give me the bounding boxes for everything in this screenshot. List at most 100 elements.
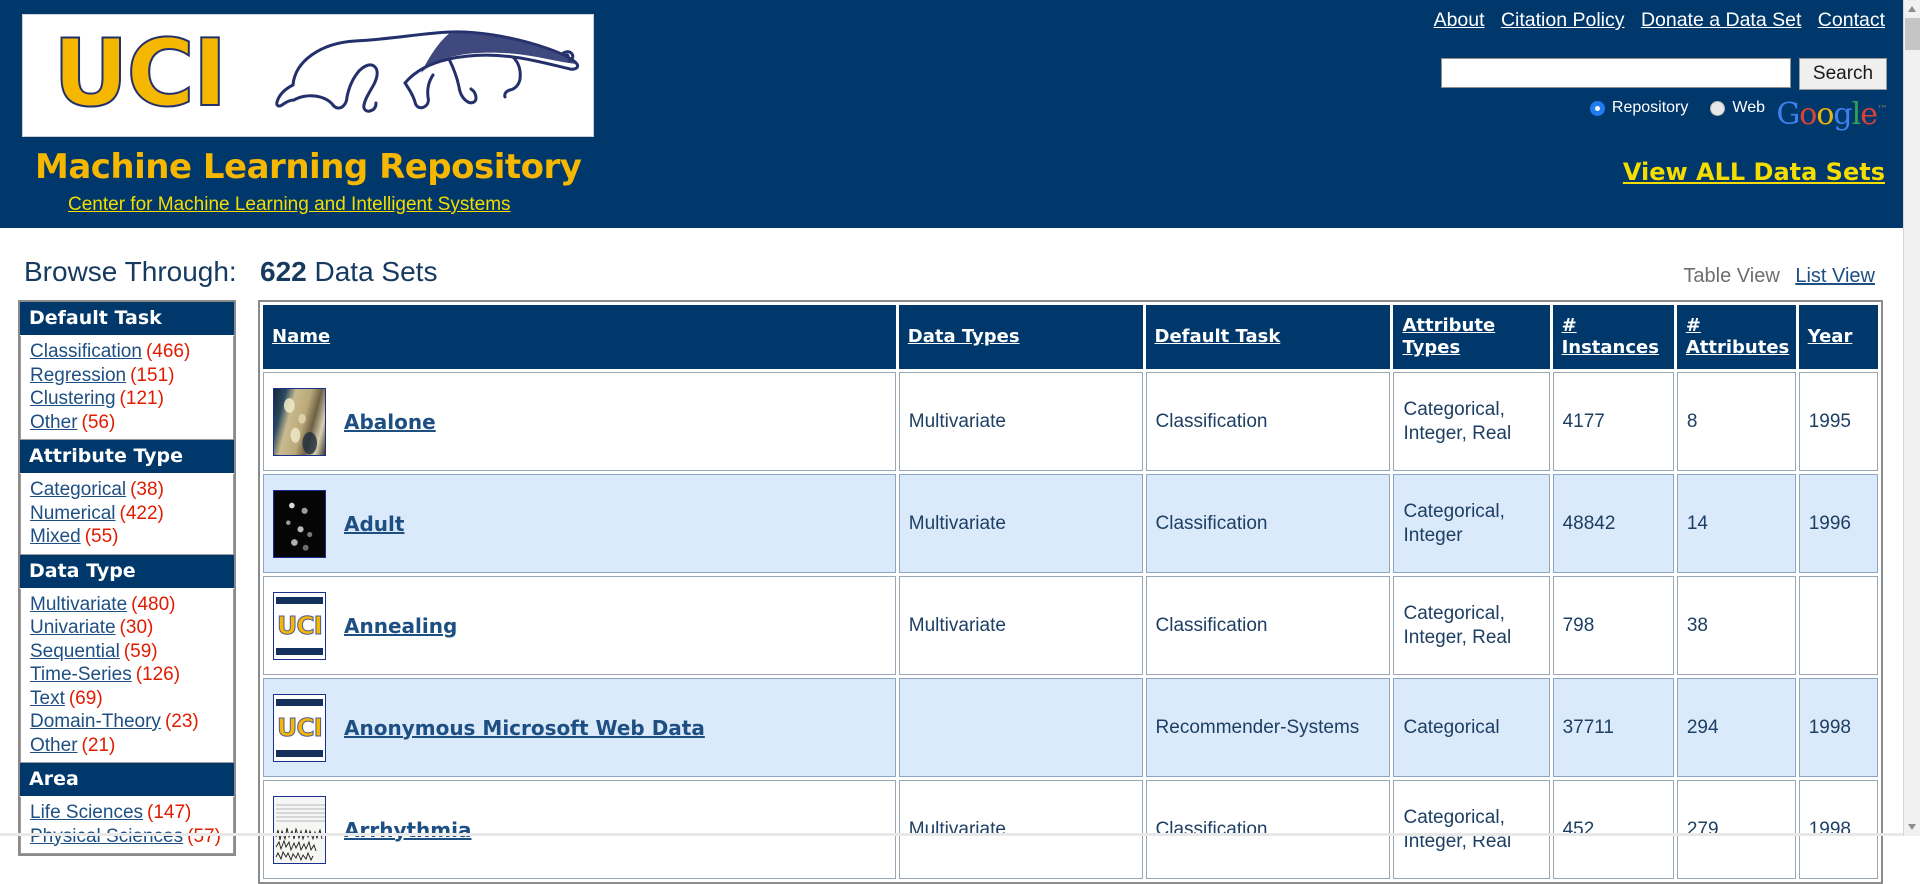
facet-item-other-task[interactable]: Other (56) — [30, 411, 233, 435]
facet-item-numerical[interactable]: Numerical (422) — [30, 502, 233, 526]
nav-about[interactable]: About — [1434, 9, 1485, 31]
facet-item-mixed[interactable]: Mixed (55) — [30, 525, 233, 549]
facet-link-classification[interactable]: Classification — [30, 341, 142, 362]
view-switch: Table View List View — [1683, 264, 1875, 288]
cell-default-task: Classification — [1145, 372, 1391, 471]
radio-repository[interactable] — [1589, 100, 1605, 116]
data-set-count-suffix: Data Sets — [314, 256, 438, 287]
facet-link-other-task[interactable]: Other — [30, 412, 78, 433]
facet-count-other-task: (56) — [81, 411, 116, 433]
cell-data-types: Multivariate — [898, 372, 1143, 471]
dataset-link-abalone[interactable]: Abalone — [344, 410, 436, 434]
dataset-link-arrhythmia[interactable]: Arrhythmia — [344, 818, 471, 842]
col-header-num-instances[interactable]: # Instances — [1552, 305, 1674, 369]
search-button[interactable]: Search — [1799, 58, 1887, 90]
radio-web-label: Web — [1732, 99, 1765, 116]
cell-attribute-types: Categorical, Integer, Real — [1393, 780, 1550, 879]
facet-item-physical-sciences[interactable]: Physical Sciences (57) — [30, 825, 233, 849]
center-link[interactable]: Center for Machine Learning and Intellig… — [68, 194, 511, 215]
facet-item-time-series[interactable]: Time-Series (126) — [30, 663, 233, 687]
facet-link-categorical[interactable]: Categorical — [30, 479, 126, 500]
facet-count-numerical: (422) — [119, 502, 164, 524]
cell-attribute-types: Categorical — [1393, 678, 1550, 777]
browse-label: Browse Through: — [24, 256, 237, 287]
facet-item-clustering[interactable]: Clustering (121) — [30, 387, 233, 411]
facet-item-text[interactable]: Text (69) — [30, 687, 233, 711]
table-row[interactable]: UCI Anonymous Microsoft Web Data Recomme… — [263, 678, 1878, 777]
facet-count-multivariate: (480) — [131, 593, 176, 615]
list-view-link[interactable]: List View — [1795, 265, 1875, 287]
cell-year: 1998 — [1798, 780, 1878, 879]
facet-item-classification[interactable]: Classification (466) — [30, 340, 233, 364]
facet-item-univariate[interactable]: Univariate (30) — [30, 616, 233, 640]
facet-list-area: Life Sciences (147) Physical Sciences (57) — [20, 797, 234, 854]
facet-list-default-task: Classification (466) Regression (151) Clus… — [20, 336, 234, 440]
view-all-data-sets: View ALL Data Sets — [1623, 158, 1885, 186]
facet-item-other-datatype[interactable]: Other (21) — [30, 734, 233, 758]
col-header-attribute-types[interactable]: Attribute Types — [1393, 305, 1550, 369]
facet-count-regression: (151) — [130, 364, 175, 386]
facet-list-data-type: Multivariate (480) Univariate (30) Sequent… — [20, 588, 234, 763]
facet-link-domain-theory[interactable]: Domain-Theory — [30, 711, 161, 732]
facet-link-other-datatype[interactable]: Other — [30, 735, 78, 756]
facet-item-life-sciences[interactable]: Life Sciences (147) — [30, 801, 233, 825]
table-row[interactable]: UCI Annealing Multivariate Classificatio… — [263, 576, 1878, 675]
vertical-scrollbar[interactable] — [1903, 0, 1920, 836]
facet-link-life-sciences[interactable]: Life Sciences — [30, 802, 143, 823]
nav-donate-data-set[interactable]: Donate a Data Set — [1641, 9, 1801, 31]
radio-web[interactable] — [1710, 100, 1726, 116]
facet-link-numerical[interactable]: Numerical — [30, 503, 116, 524]
search-input[interactable] — [1441, 58, 1791, 88]
facet-count-domain-theory: (23) — [164, 711, 199, 732]
facet-item-regression[interactable]: Regression (151) — [30, 364, 233, 388]
scrollbar-thumb[interactable] — [1905, 18, 1920, 50]
facet-item-multivariate[interactable]: Multivariate (480) — [30, 593, 233, 617]
facet-link-sequential[interactable]: Sequential — [30, 641, 120, 662]
col-header-name[interactable]: Name — [263, 305, 896, 369]
table-view-label: Table View — [1683, 265, 1780, 287]
facet-link-mixed[interactable]: Mixed — [30, 526, 81, 547]
cell-default-task: Classification — [1145, 474, 1391, 573]
dataset-link-anonymous-microsoft-web-data[interactable]: Anonymous Microsoft Web Data — [344, 716, 705, 740]
anteater-icon — [275, 30, 580, 113]
cell-attributes: 14 — [1676, 474, 1796, 573]
uci-placeholder-thumbnail-icon: UCI — [273, 693, 326, 762]
facet-link-physical-sciences[interactable]: Physical Sciences — [30, 826, 183, 847]
facet-count-physical-sciences: (57) — [187, 825, 221, 847]
view-all-data-sets-link[interactable]: View ALL Data Sets — [1623, 158, 1885, 186]
facet-count-univariate: (30) — [119, 617, 154, 638]
radio-repository-label: Repository — [1611, 99, 1689, 116]
facet-link-univariate[interactable]: Univariate — [30, 617, 116, 638]
col-header-year[interactable]: Year — [1798, 305, 1878, 369]
cell-instances: 452 — [1552, 780, 1674, 879]
nav-contact[interactable]: Contact — [1818, 9, 1885, 31]
col-header-num-attributes[interactable]: # Attributes — [1676, 305, 1796, 369]
facet-link-time-series[interactable]: Time-Series — [30, 664, 132, 685]
table-row[interactable]: Adult Multivariate Classification Catego… — [263, 474, 1878, 573]
scroll-up-arrow-icon[interactable] — [1904, 0, 1920, 17]
col-header-default-task[interactable]: Default Task — [1145, 305, 1391, 369]
facet-link-regression[interactable]: Regression — [30, 365, 126, 386]
facet-link-multivariate[interactable]: Multivariate — [30, 594, 127, 615]
facet-heading-data-type: Data Type — [20, 554, 234, 589]
dataset-link-adult[interactable]: Adult — [344, 512, 404, 536]
table-header-row: Name Data Types Default Task Attribute T… — [263, 305, 1878, 369]
nav-citation-policy[interactable]: Citation Policy — [1501, 9, 1625, 31]
facet-heading-attribute-type: Attribute Type — [20, 440, 234, 474]
col-header-data-types[interactable]: Data Types — [898, 305, 1143, 369]
facet-link-clustering[interactable]: Clustering — [30, 388, 116, 409]
abalone-photo-thumbnail-icon — [273, 387, 326, 456]
search-scope-group: Repository Web — [1589, 99, 1787, 117]
dataset-link-annealing[interactable]: Annealing — [344, 614, 457, 638]
facet-item-domain-theory[interactable]: Domain-Theory (23) — [30, 710, 233, 734]
site-title: Machine Learning Repository — [35, 147, 582, 187]
cell-attribute-types: Categorical, Integer, Real — [1393, 372, 1550, 471]
cell-year: 1996 — [1798, 474, 1878, 573]
uci-placeholder-thumbnail-icon: UCI — [273, 591, 326, 660]
facet-item-sequential[interactable]: Sequential (59) — [30, 640, 233, 664]
scroll-down-arrow-icon[interactable] — [1904, 819, 1920, 836]
table-row[interactable]: Arrhythmia Multivariate Classification C… — [263, 780, 1878, 879]
facet-link-text[interactable]: Text — [30, 688, 65, 709]
facet-item-categorical[interactable]: Categorical (38) — [30, 478, 233, 502]
table-row[interactable]: Abalone Multivariate Classification Cate… — [263, 372, 1878, 471]
